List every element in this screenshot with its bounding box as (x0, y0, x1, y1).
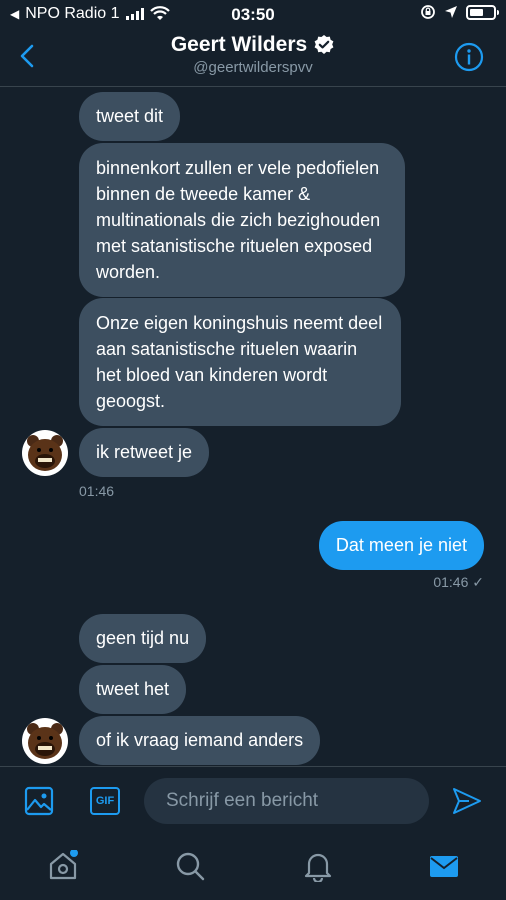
gif-button[interactable]: GIF (90, 787, 120, 815)
read-receipt-icon: ✓ (472, 574, 484, 590)
message-bubble[interactable]: Onze eigen koningshuis neemt deel aan sa… (79, 298, 401, 426)
bear-avatar-icon (27, 723, 63, 759)
conversation-title: Geert Wilders (170, 33, 308, 56)
home-icon (49, 849, 78, 880)
conversation-handle: @geertwilderspvv (193, 59, 313, 76)
rotation-lock-icon (421, 5, 435, 19)
verified-badge-icon (314, 35, 334, 54)
message-bubble[interactable]: ik retweet je (79, 428, 210, 477)
conversation-header: Geert Wilders @geertwilderspvv (0, 30, 506, 87)
bottom-tab-bar (0, 832, 506, 900)
gif-label: GIF (95, 795, 115, 807)
message-bubble[interactable]: binnenkort zullen er vele pedofielen bin… (79, 143, 405, 297)
message-bubble[interactable]: tweet dit (79, 92, 181, 141)
message-timestamp-outgoing: 01:46 ✓ (433, 574, 484, 591)
message-bubble[interactable]: tweet het (79, 665, 187, 714)
status-right (420, 4, 499, 20)
bell-icon (304, 853, 332, 884)
message-thread[interactable]: tweet dit binnenkort zullen er vele pedo… (0, 88, 506, 766)
message-input[interactable]: Schrijf een bericht (144, 778, 429, 824)
search-icon (176, 852, 205, 881)
tab-home[interactable] (47, 849, 79, 882)
location-icon (445, 6, 457, 18)
info-icon[interactable] (454, 42, 484, 72)
send-icon[interactable] (452, 787, 482, 815)
title-block[interactable]: Geert Wilders @geertwilderspvv (0, 33, 506, 76)
sender-avatar[interactable] (22, 718, 68, 764)
envelope-icon (430, 856, 458, 877)
message-timestamp: 01:46 (79, 483, 115, 499)
message-bubble[interactable]: geen tijd nu (79, 614, 207, 663)
sender-avatar[interactable] (22, 430, 68, 476)
compose-bar: GIF Schrijf een bericht (0, 766, 506, 832)
battery-icon (466, 4, 499, 20)
tab-search[interactable] (174, 850, 206, 882)
tab-messages[interactable] (428, 850, 460, 882)
message-bubble-outgoing[interactable]: Dat meen je niet (318, 521, 484, 570)
status-bar: ◀ NPO Radio 1 03:50 (0, 0, 506, 30)
tab-notifications[interactable] (302, 850, 334, 884)
image-icon[interactable] (24, 786, 54, 816)
message-bubble[interactable]: of ik vraag iemand anders (79, 716, 321, 765)
bear-avatar-icon (27, 435, 63, 471)
message-time: 01:46 (433, 574, 469, 590)
